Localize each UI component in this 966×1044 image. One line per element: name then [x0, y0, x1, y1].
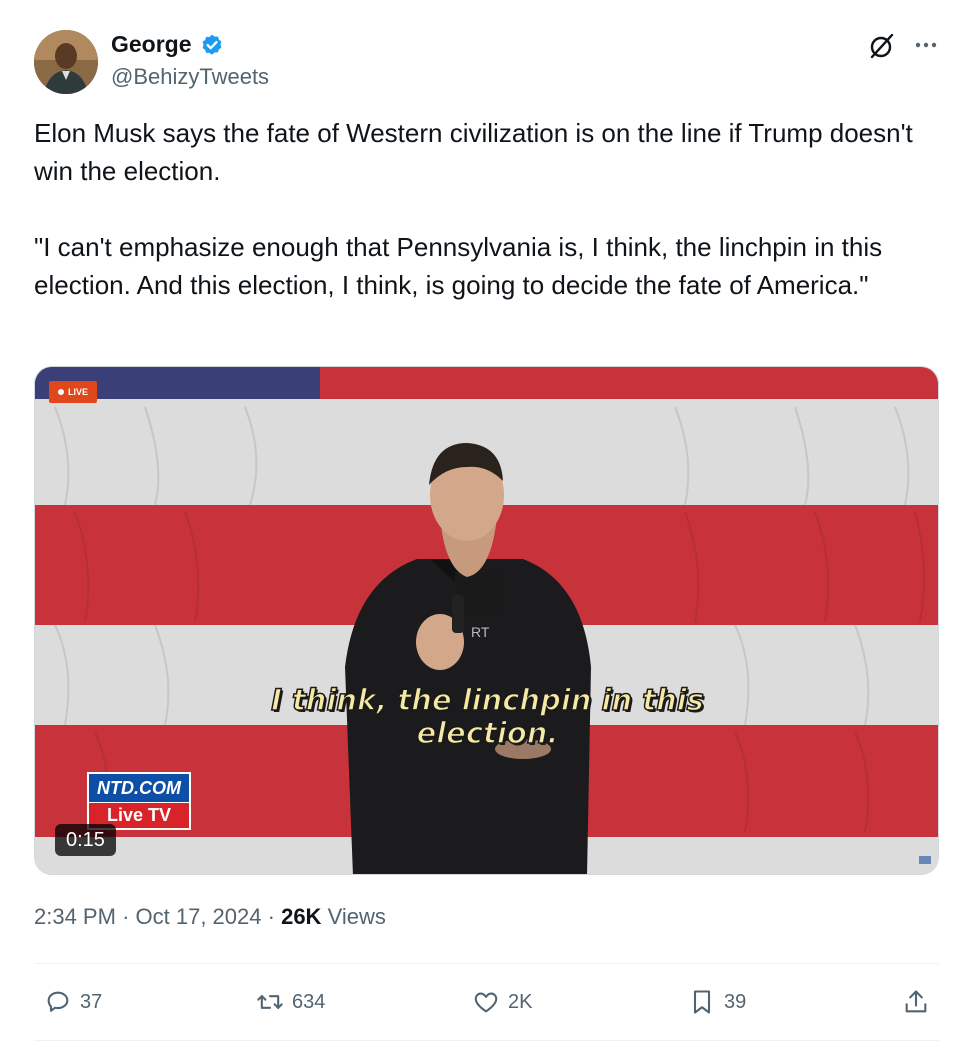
reply-count: 37	[80, 990, 103, 1013]
like-count: 2K	[508, 990, 533, 1013]
retweet-icon	[257, 995, 283, 1009]
separator: ·	[122, 904, 130, 929]
tweet-date[interactable]: Oct 17, 2024	[136, 904, 262, 929]
views-count: 26K	[281, 904, 322, 929]
avatar[interactable]	[34, 30, 98, 94]
bookmark-count: 39	[724, 990, 747, 1013]
views-label: Views	[327, 904, 386, 929]
tweet-paragraph: "I can't emphasize enough that Pennsylva…	[34, 232, 883, 300]
bookmark-icon	[693, 990, 711, 1014]
video-caption-line1: I think, the linchpin in this	[270, 682, 704, 718]
verified-badge-icon	[202, 34, 222, 55]
grok-icon[interactable]	[866, 30, 898, 62]
shirt-text: RT	[471, 624, 490, 640]
retweet-count: 634	[292, 990, 326, 1013]
ntd-logo-top: NTD.COM	[89, 774, 189, 802]
reply-icon	[47, 991, 69, 1012]
more-options-icon[interactable]	[910, 31, 942, 63]
live-badge: LIVE	[49, 381, 97, 403]
author-name[interactable]: George	[111, 31, 192, 58]
bookmark-button[interactable]: 39	[688, 985, 746, 1019]
live-label: LIVE	[67, 387, 88, 397]
like-icon	[474, 992, 498, 1013]
retweet-button[interactable]: 634	[256, 985, 325, 1019]
video-caption-line2: election.	[416, 715, 559, 751]
like-button[interactable]: 2K	[472, 985, 532, 1019]
video-duration: 0:15	[55, 824, 116, 856]
divider	[34, 1040, 939, 1041]
share-icon	[905, 990, 927, 1013]
video-player[interactable]: RT LIVE I think, the linchpin in this el…	[34, 366, 939, 875]
reply-button[interactable]: 37	[44, 985, 102, 1019]
live-dot-icon	[57, 389, 64, 395]
ntd-logo: NTD.COM Live TV	[87, 772, 191, 830]
tweet-metadata: 2:34 PM · Oct 17, 2024 · 26K Views	[34, 904, 386, 930]
tweet-text: Elon Musk says the fate of Western civil…	[34, 114, 914, 304]
tweet-paragraph: Elon Musk says the fate of Western civil…	[34, 118, 913, 186]
separator: ·	[267, 904, 275, 929]
tweet-time[interactable]: 2:34 PM	[34, 904, 116, 929]
divider	[34, 963, 939, 964]
share-button[interactable]	[902, 985, 930, 1019]
author-handle[interactable]: @BehizyTweets	[111, 64, 269, 90]
